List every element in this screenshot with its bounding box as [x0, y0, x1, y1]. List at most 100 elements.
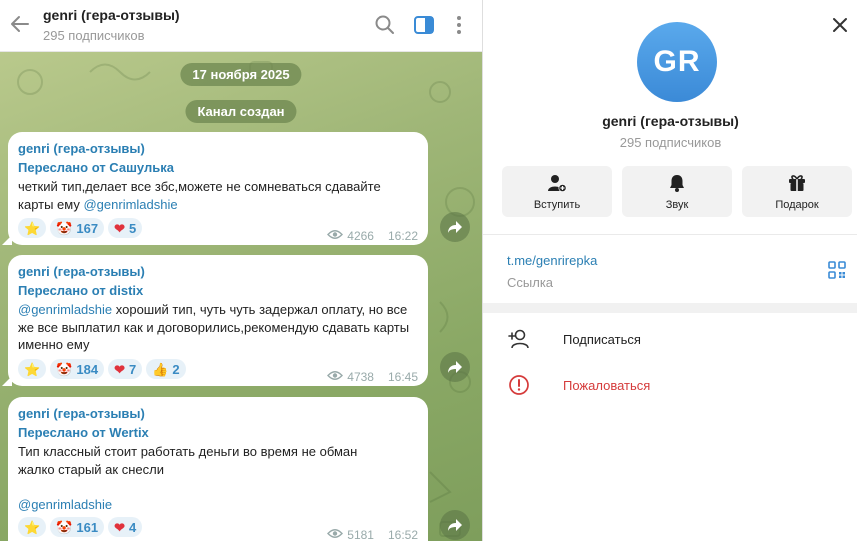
- invite-link-label: Ссылка: [507, 275, 554, 290]
- message-author[interactable]: genri (гера-отзывы): [18, 141, 145, 156]
- reaction-star[interactable]: ⭐: [18, 218, 47, 238]
- gift-button[interactable]: Подарок: [742, 166, 852, 217]
- join-button[interactable]: Вступить: [502, 166, 612, 217]
- reaction-count: 2: [172, 361, 180, 377]
- chat-header: genri (гера-отзывы) 295 подписчиков: [0, 0, 482, 52]
- profile-name: genri (гера-отзывы): [602, 113, 739, 129]
- view-count: 4738: [347, 370, 374, 384]
- message-bubble[interactable]: genri (гера-отзывы) Переслано от Сашульк…: [2, 132, 428, 245]
- reaction-heart[interactable]: ❤ 7: [108, 359, 143, 379]
- sidebar-toggle-icon[interactable]: [413, 14, 435, 36]
- report-label: Пожаловаться: [563, 378, 651, 393]
- message-text: Тип классный стоит работать деньги во вр…: [18, 443, 418, 513]
- bell-icon: [670, 174, 684, 192]
- bubble-tail: [2, 235, 12, 245]
- chat-background: 17 ноября 2025 Канал создан genri (гера-…: [0, 52, 482, 541]
- share-button[interactable]: [440, 212, 470, 242]
- qr-code-icon[interactable]: [828, 261, 846, 279]
- view-count: 5181: [347, 528, 374, 541]
- reaction-heart[interactable]: ❤ 4: [108, 517, 143, 537]
- avatar[interactable]: GR: [637, 22, 717, 102]
- clown-icon: 🤡: [56, 220, 73, 236]
- gift-icon: [789, 174, 805, 191]
- share-button[interactable]: [440, 352, 470, 382]
- heart-icon: ❤: [114, 519, 125, 535]
- clown-icon: 🤡: [56, 519, 73, 535]
- message-author[interactable]: genri (гера-отзывы): [18, 406, 145, 421]
- message-time: 16:52: [387, 528, 418, 541]
- forwarded-from[interactable]: Переслано от distix: [18, 283, 143, 298]
- report-menu-item[interactable]: Пожаловаться: [483, 362, 857, 406]
- forwarded-from[interactable]: Переслано от Сашулька: [18, 160, 174, 175]
- message-time: 16:22: [387, 229, 418, 243]
- share-button[interactable]: [440, 510, 470, 540]
- share-arrow-icon: [448, 519, 462, 531]
- channel-title[interactable]: genri (гера-отзывы): [43, 7, 180, 23]
- mention-link[interactable]: @genrimladshie: [18, 496, 418, 514]
- star-icon: ⭐: [24, 220, 41, 236]
- reactions-bar: ⭐ 🤡 167 ❤ 5: [18, 218, 143, 238]
- eye-icon: [327, 528, 344, 541]
- reaction-count: 4: [128, 519, 137, 535]
- sound-label: Звук: [665, 198, 689, 211]
- heart-icon: ❤: [114, 220, 125, 236]
- back-arrow-icon[interactable]: [8, 12, 32, 36]
- share-arrow-icon: [448, 361, 462, 373]
- clown-icon: 🤡: [56, 361, 73, 377]
- message-text-body: четкий тип,делает все збс,можете не сомн…: [18, 179, 381, 212]
- message-bubble[interactable]: genri (гера-отзывы) Переслано от distix …: [2, 255, 428, 386]
- search-icon[interactable]: [374, 14, 396, 36]
- view-count: 4266: [347, 229, 374, 243]
- message-text: @genrimladshie хороший тип, чуть чуть за…: [18, 301, 418, 354]
- reaction-heart[interactable]: ❤ 5: [108, 218, 143, 238]
- message-author[interactable]: genri (гера-отзывы): [18, 264, 145, 279]
- star-icon: ⭐: [24, 361, 41, 377]
- reaction-count: 184: [76, 361, 99, 377]
- subscribe-menu-item[interactable]: Подписаться: [483, 316, 857, 360]
- invite-link-card: t.me/genrirepka Ссылка: [483, 234, 857, 303]
- chat-area: genri (гера-отзывы) 295 подписчиков 17 н…: [0, 0, 482, 541]
- reaction-clown[interactable]: 🤡 161: [50, 517, 105, 537]
- profile-card: GR genri (гера-отзывы) 295 подписчиков В…: [483, 0, 857, 234]
- mention-link[interactable]: @genrimladshie: [83, 197, 177, 212]
- join-label: Вступить: [533, 198, 581, 211]
- more-vertical-icon[interactable]: [448, 14, 470, 36]
- reaction-clown[interactable]: 🤡 167: [50, 218, 105, 238]
- reaction-clown[interactable]: 🤡 184: [50, 359, 105, 379]
- message-bubble[interactable]: genri (гера-отзывы) Переслано от Wertix …: [8, 397, 428, 541]
- message-time: 16:45: [387, 370, 418, 384]
- eye-icon: [327, 370, 344, 384]
- add-user-icon: [507, 327, 531, 351]
- star-icon: ⭐: [24, 519, 41, 535]
- service-message: Канал создан: [185, 100, 297, 123]
- heart-icon: ❤: [114, 361, 125, 377]
- thumbs-up-icon: 👍: [152, 361, 169, 377]
- gift-label: Подарок: [775, 198, 819, 211]
- message-line: жалко старый ак снесли: [18, 461, 164, 477]
- close-icon[interactable]: [830, 15, 850, 35]
- message-meta: 4738 16:45: [327, 370, 418, 384]
- reaction-count: 5: [128, 220, 137, 236]
- reaction-star[interactable]: ⭐: [18, 517, 47, 537]
- reactions-bar: ⭐ 🤡 161 ❤ 4: [18, 517, 143, 537]
- join-icon: [548, 174, 567, 192]
- bubble-tail: [2, 376, 12, 386]
- profile-subscribers: 295 подписчиков: [619, 135, 722, 150]
- message-meta: 5181 16:52: [327, 528, 418, 541]
- sound-button[interactable]: Звук: [622, 166, 732, 217]
- channel-info-panel: GR genri (гера-отзывы) 295 подписчиков В…: [482, 0, 857, 541]
- invite-link[interactable]: t.me/genrirepka: [507, 253, 597, 268]
- message-text: четкий тип,делает все збс,можете не сомн…: [18, 178, 418, 213]
- telegram-window: genri (гера-отзывы) 295 подписчиков 17 н…: [0, 0, 857, 541]
- reaction-count: 7: [128, 361, 137, 377]
- channel-menu: Подписаться Пожаловаться: [483, 313, 857, 541]
- reaction-thumbs-up[interactable]: 👍 2: [146, 359, 186, 379]
- reaction-count: 161: [76, 519, 99, 535]
- report-icon: [507, 373, 531, 397]
- mention-link[interactable]: @genrimladshie: [18, 302, 112, 317]
- reactions-bar: ⭐ 🤡 184 ❤ 7 👍 2: [18, 359, 186, 379]
- reaction-count: 167: [76, 220, 99, 236]
- forwarded-from[interactable]: Переслано от Wertix: [18, 425, 149, 440]
- reaction-star[interactable]: ⭐: [18, 359, 47, 379]
- eye-icon: [327, 229, 344, 243]
